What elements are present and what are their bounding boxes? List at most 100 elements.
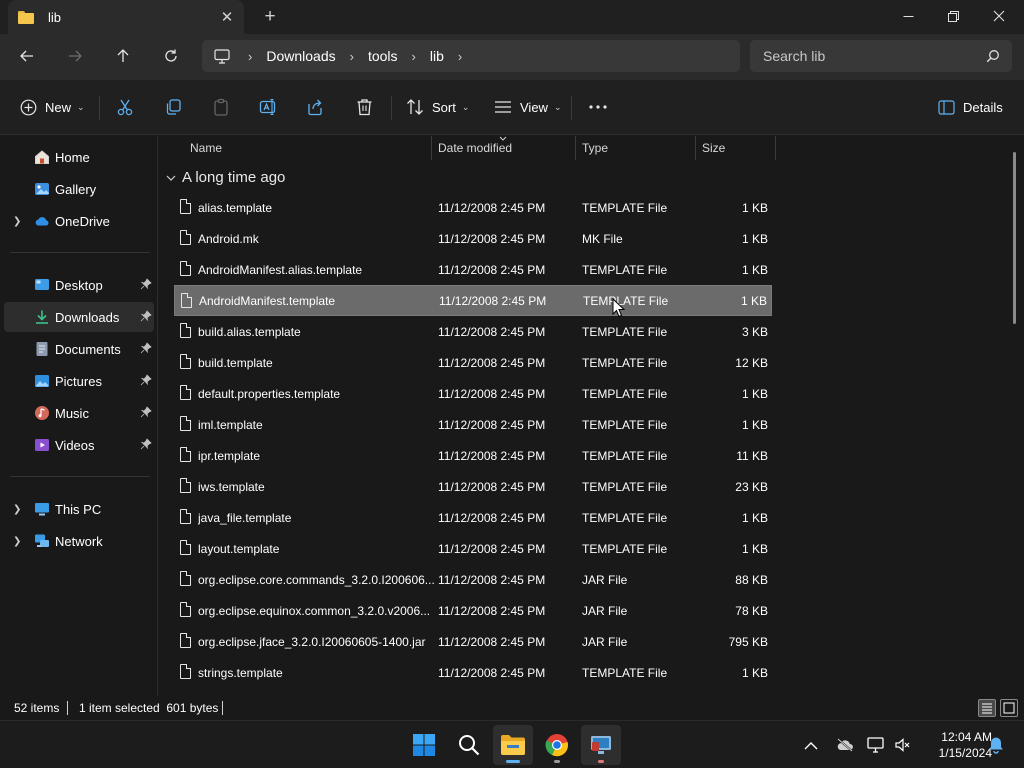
chevron-right-icon[interactable]: ›: [248, 49, 252, 64]
tab-lib[interactable]: lib ✕: [8, 0, 244, 34]
minimize-button[interactable]: [885, 0, 931, 32]
column-header-name[interactable]: Name: [190, 136, 222, 160]
file-size: 12 KB: [735, 355, 768, 370]
sidebar-item-pictures[interactable]: Pictures: [4, 366, 154, 396]
file-icon: [180, 261, 191, 276]
column-divider[interactable]: [775, 136, 776, 160]
address-bar[interactable]: › Downloads › tools › lib ›: [202, 40, 740, 72]
file-explorer-taskbar-button[interactable]: [493, 725, 533, 765]
file-row[interactable]: Android.mk 11/12/2008 2:45 PM MK File 1 KB: [174, 223, 772, 254]
new-button[interactable]: New ⌄: [20, 92, 85, 122]
chevron-right-icon[interactable]: ›: [458, 49, 462, 64]
divider: [10, 476, 150, 477]
file-row[interactable]: java_file.template 11/12/2008 2:45 PM TEMP…: [174, 502, 772, 533]
sidebar-item-this-pc[interactable]: ❯ This PC: [4, 494, 154, 524]
file-size: 78 KB: [735, 603, 768, 618]
sidebar-item-music[interactable]: Music: [4, 398, 154, 428]
up-button[interactable]: [107, 41, 139, 71]
chevron-right-icon[interactable]: ›: [350, 49, 354, 64]
back-button[interactable]: [11, 41, 43, 71]
sidebar-item-onedrive[interactable]: ❯ OneDrive: [4, 206, 154, 236]
file-row[interactable]: org.eclipse.core.commands_3.2.0.I200606.…: [174, 564, 772, 595]
file-row[interactable]: ipr.template 11/12/2008 2:45 PM TEMPLATE F…: [174, 440, 772, 471]
group-header[interactable]: A long time ago: [166, 169, 285, 186]
breadcrumb-lib[interactable]: lib: [430, 48, 444, 64]
sidebar-item-gallery[interactable]: Gallery: [4, 174, 154, 204]
column-divider[interactable]: [431, 136, 432, 160]
file-row[interactable]: alias.template 11/12/2008 2:45 PM TEMPLATE…: [174, 192, 772, 223]
mouse-cursor-icon: [612, 298, 625, 318]
delete-button[interactable]: [356, 92, 373, 122]
start-button[interactable]: [404, 725, 444, 765]
file-row[interactable]: build.alias.template 11/12/2008 2:45 PM TE…: [174, 316, 772, 347]
details-pane-button[interactable]: Details: [938, 92, 1003, 122]
sidebar-item-network[interactable]: ❯ Network: [4, 526, 154, 556]
breadcrumb-downloads[interactable]: Downloads: [266, 48, 335, 64]
forward-button[interactable]: [59, 41, 91, 71]
column-divider[interactable]: [695, 136, 696, 160]
view-button[interactable]: View ⌄: [494, 92, 562, 122]
file-row[interactable]: iws.template 11/12/2008 2:45 PM TEMPLATE F…: [174, 471, 772, 502]
tiles-view-button[interactable]: [1000, 699, 1018, 717]
sidebar-item-home[interactable]: Home: [4, 142, 154, 172]
close-window-button[interactable]: [976, 0, 1022, 32]
share-button[interactable]: [307, 92, 325, 122]
restore-button[interactable]: [930, 0, 976, 32]
sidebar-item-downloads[interactable]: Downloads: [4, 302, 154, 332]
column-header-type[interactable]: Type: [582, 136, 608, 160]
network-tray-icon[interactable]: [866, 721, 886, 768]
sidebar-item-label: Home: [55, 149, 90, 165]
file-type: TEMPLATE File: [582, 417, 668, 432]
notifications-button[interactable]: [988, 721, 1004, 768]
new-tab-button[interactable]: +: [258, 6, 282, 28]
clock-time: 12:04 AM: [941, 730, 992, 744]
details-pane-icon: [938, 99, 955, 115]
onedrive-tray-icon[interactable]: [836, 721, 854, 768]
show-hidden-icons-button[interactable]: [804, 721, 818, 768]
file-row[interactable]: AndroidManifest.alias.template 11/12/2008…: [174, 254, 772, 285]
file-row[interactable]: org.eclipse.jface_3.2.0.I20060605-1400.j…: [174, 626, 772, 657]
file-type: TEMPLATE File: [582, 262, 668, 277]
close-tab-button[interactable]: ✕: [218, 8, 236, 26]
arrow-left-icon: [20, 50, 33, 62]
chevron-right-icon[interactable]: ❯: [13, 216, 21, 227]
volume-tray-icon[interactable]: [894, 721, 910, 768]
sort-button[interactable]: Sort ⌄: [406, 92, 469, 122]
cut-button[interactable]: [116, 92, 134, 122]
sidebar-item-documents[interactable]: Documents: [4, 334, 154, 364]
file-type: TEMPLATE File: [582, 665, 668, 680]
more-options-button[interactable]: [589, 92, 607, 122]
chevron-right-icon[interactable]: ❯: [13, 504, 21, 515]
vertical-scrollbar[interactable]: [1013, 152, 1016, 324]
file-row[interactable]: iml.template 11/12/2008 2:45 PM TEMPLATE F…: [174, 409, 772, 440]
paste-button[interactable]: [212, 92, 230, 122]
remote-desktop-taskbar-button[interactable]: [581, 725, 621, 765]
file-row[interactable]: build.template 11/12/2008 2:45 PM TEMPLATE…: [174, 347, 772, 378]
file-size: 11 KB: [736, 448, 768, 463]
refresh-button[interactable]: [155, 41, 187, 71]
clock[interactable]: 12:04 AM 1/15/2024: [918, 729, 992, 761]
file-row[interactable]: org.eclipse.equinox.common_3.2.0.v2006..…: [174, 595, 772, 626]
sidebar-item-videos[interactable]: Videos: [4, 430, 154, 460]
file-name: ipr.template: [198, 448, 261, 463]
file-row[interactable]: default.properties.template 11/12/2008 2:…: [174, 378, 772, 409]
file-row[interactable]: strings.template 11/12/2008 2:45 PM TEMPLA…: [174, 657, 772, 688]
file-row[interactable]: AndroidManifest.template 11/12/2008 2:45 …: [174, 285, 772, 316]
sidebar-item-desktop[interactable]: Desktop: [4, 270, 154, 300]
file-icon: [181, 293, 192, 308]
search-taskbar-button[interactable]: [449, 725, 489, 765]
breadcrumb-tools[interactable]: tools: [368, 48, 398, 64]
rename-button[interactable]: [259, 92, 278, 122]
chrome-taskbar-button[interactable]: [537, 725, 577, 765]
chevron-right-icon[interactable]: ❯: [13, 536, 21, 547]
file-icon: [180, 323, 191, 338]
chevron-right-icon[interactable]: ›: [412, 49, 416, 64]
file-size: 1 KB: [741, 200, 768, 215]
file-row[interactable]: layout.template 11/12/2008 2:45 PM TEMPLAT…: [174, 533, 772, 564]
copy-button[interactable]: [164, 92, 182, 122]
pictures-icon: [35, 375, 49, 387]
search-input[interactable]: Search lib: [750, 40, 1012, 72]
details-view-button[interactable]: [978, 699, 996, 717]
column-divider[interactable]: [575, 136, 576, 160]
column-header-size[interactable]: Size: [702, 136, 725, 160]
